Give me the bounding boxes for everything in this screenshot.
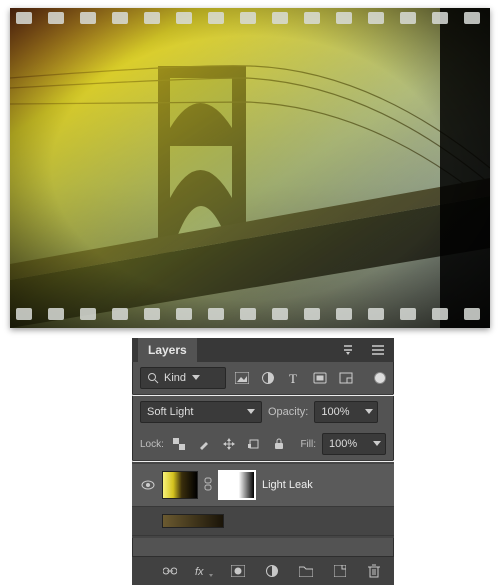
chevron-down-icon (192, 375, 200, 381)
lock-position-icon[interactable] (220, 434, 239, 454)
lock-brush-icon[interactable] (195, 434, 214, 454)
filter-kind-label: Kind (164, 372, 186, 384)
layer-row[interactable]: Light Leak (132, 464, 394, 507)
type-filter-icon[interactable]: T (284, 368, 304, 388)
panel-tabbar: Layers (132, 338, 394, 362)
image-preview (10, 8, 490, 328)
opacity-label: Opacity: (268, 406, 308, 418)
add-mask-icon[interactable] (228, 561, 248, 581)
new-layer-icon[interactable] (330, 561, 350, 581)
svg-text:T: T (289, 372, 297, 384)
visibility-icon[interactable] (140, 513, 156, 529)
layers-tab[interactable]: Layers (138, 338, 197, 362)
image-filter-icon[interactable] (232, 368, 252, 388)
panel-footer: fx (132, 556, 394, 585)
blend-mode-value: Soft Light (147, 406, 193, 418)
layers-panel: Layers Kind T Soft Light Opacity: (132, 338, 394, 585)
layer-thumbnail[interactable] (162, 514, 224, 528)
opacity-input[interactable] (314, 401, 378, 423)
lock-pixels-icon[interactable] (170, 434, 189, 454)
chevron-down-icon (373, 441, 381, 447)
blend-row: Soft Light Opacity: (132, 396, 394, 428)
chevron-down-icon (365, 409, 373, 415)
trash-icon[interactable] (364, 561, 384, 581)
mask-link-icon[interactable] (204, 477, 212, 494)
link-icon[interactable] (160, 561, 180, 581)
visibility-icon[interactable] (140, 477, 156, 493)
layer-mask-thumbnail[interactable] (218, 470, 256, 500)
lock-all-icon[interactable] (270, 434, 289, 454)
new-fill-icon[interactable] (262, 561, 282, 581)
svg-text:fx: fx (195, 566, 204, 577)
blend-mode-select[interactable]: Soft Light (140, 401, 262, 423)
lock-label: Lock: (140, 439, 164, 450)
layer-thumbnail[interactable] (162, 471, 198, 499)
fill-label: Fill: (300, 439, 316, 450)
new-group-icon[interactable] (296, 561, 316, 581)
adjustment-filter-icon[interactable] (258, 368, 278, 388)
shape-filter-icon[interactable] (310, 368, 330, 388)
smartobj-filter-icon[interactable] (336, 368, 356, 388)
fx-icon[interactable]: fx (194, 561, 214, 581)
lock-artboard-icon[interactable] (245, 434, 264, 454)
collapse-icon[interactable] (338, 340, 358, 360)
filter-row: Kind T (132, 362, 394, 394)
fill-input[interactable] (322, 433, 386, 455)
filter-kind-select[interactable]: Kind (140, 367, 226, 389)
chevron-down-icon (247, 409, 255, 415)
fill-field[interactable] (327, 437, 367, 451)
layers-list: Light Leak (132, 462, 394, 538)
opacity-field[interactable] (319, 405, 359, 419)
lock-row: Lock: Fill: (132, 428, 394, 460)
filter-toggle[interactable] (374, 372, 386, 384)
panel-menu-icon[interactable] (368, 340, 388, 360)
layer-row[interactable] (132, 507, 394, 536)
search-icon (147, 372, 159, 384)
layer-name[interactable]: Light Leak (262, 479, 386, 491)
